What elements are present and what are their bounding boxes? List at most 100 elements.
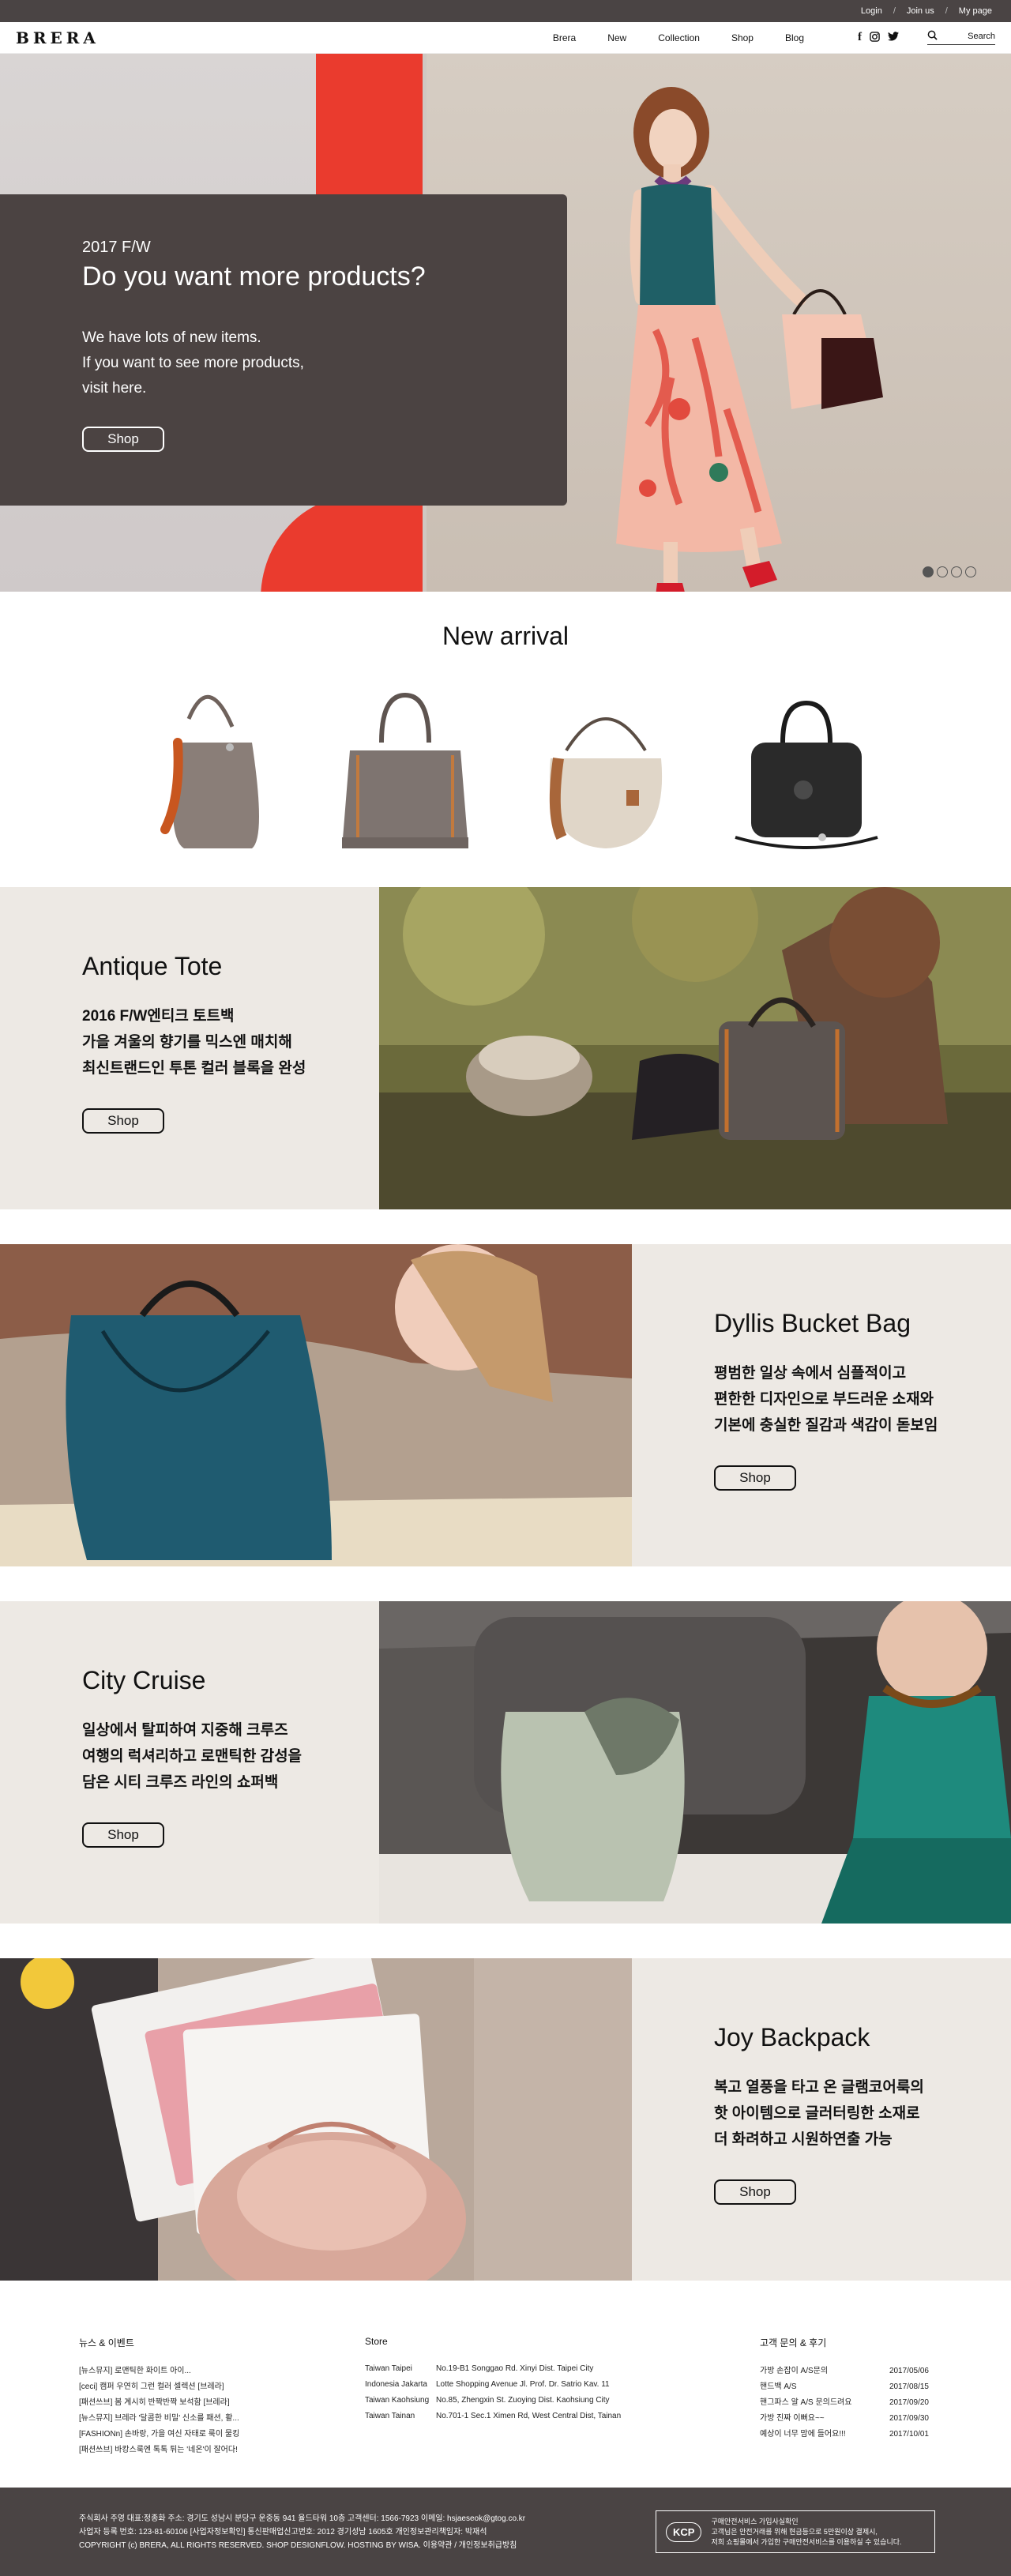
carousel-dot[interactable]	[923, 566, 934, 577]
feature-title: Joy Backpack	[714, 2023, 870, 2051]
feature-shop-button[interactable]: Shop	[82, 1108, 164, 1134]
cs-heading: 고객 문의 & 후기	[760, 2337, 827, 2348]
feature-line: 최신트랜드인 투톤 컬러 블록을 완성	[82, 1060, 306, 1077]
feature-shop-button[interactable]: Shop	[714, 2179, 796, 2205]
product-list	[0, 673, 1011, 853]
feature-photo	[379, 887, 1011, 1209]
news-item[interactable]: [ceci] 캠퍼 우연히 그런 컬러 셀렉션 [브레라]	[79, 2379, 365, 2395]
brand-logo[interactable]: BRERA	[16, 28, 100, 47]
cs-item[interactable]: 핸그파스 알 A/S 문의드려요 2017/09/20	[760, 2395, 929, 2411]
customer-service-column: 고객 문의 & 후기 가방 손잡이 A/S문의 2017/05/06 핸드백 A/…	[760, 2336, 935, 2488]
carousel-dot[interactable]	[937, 566, 948, 577]
feature-description: 평범한 일상 속에서 심플적이고 편한한 디자인으로 부드러운 소재와 기본에 …	[714, 1360, 1011, 1438]
nav-blog[interactable]: Blog	[769, 32, 820, 43]
product-card[interactable]	[524, 673, 688, 853]
cs-item-text: 핸그파스 알 A/S 문의드려요	[760, 2398, 852, 2407]
feature-antique-tote: Antique Tote 2016 F/W엔티크 토트백 가을 겨울의 향기를 …	[0, 887, 1011, 1209]
utility-bar: Login / Join us / My page	[0, 0, 1011, 22]
nav-new[interactable]: New	[592, 32, 642, 43]
feature-shop-button[interactable]: Shop	[714, 1465, 796, 1491]
hero-description-line: We have lots of new items.	[82, 329, 261, 346]
store-city: Taiwan Kaohsiung	[365, 2396, 430, 2405]
cs-item[interactable]: 예상이 너무 맘에 들어요!!! 2017/10/01	[760, 2427, 929, 2442]
store-item: Taiwan Tainan No.701-1 Sec.1 Ximen Rd, We…	[365, 2409, 760, 2424]
nav-shop[interactable]: Shop	[716, 32, 769, 43]
box-bag-image	[735, 700, 878, 849]
instagram-icon[interactable]	[870, 31, 880, 44]
feature-shop-button[interactable]: Shop	[82, 1822, 164, 1848]
news-item[interactable]: [뉴스뮤지] 로맨틱한 화이트 아이...	[79, 2364, 365, 2379]
carousel-dot[interactable]	[951, 566, 962, 577]
kcp-escrow-badge[interactable]: KCP 구매안전서비스 가입사실확인 고객님은 안전거래를 위해 현금등으로 5…	[656, 2510, 935, 2553]
feature-description: 일상에서 탈피하여 지중해 크루즈 여행의 럭셔리하고 로맨틱한 감성을 담은 …	[82, 1717, 379, 1796]
cs-item-date: 2017/09/30	[889, 2414, 929, 2423]
search-box[interactable]: Search	[927, 30, 995, 45]
footer-info: 뉴스 & 이벤트 [뉴스뮤지] 로맨틱한 화이트 아이... [ceci] 캠퍼…	[0, 2281, 1011, 2488]
hero-model-image	[616, 87, 883, 592]
twitter-icon[interactable]	[888, 32, 899, 43]
product-card[interactable]	[724, 673, 889, 853]
feature-line: 기본에 충실한 질감과 색감이 돋보임	[714, 1417, 938, 1434]
divider: /	[893, 6, 896, 16]
cs-item-date: 2017/10/01	[889, 2430, 929, 2439]
search-label[interactable]: Search	[968, 32, 995, 41]
news-item[interactable]: [뉴스뮤지] 브레라 '달콤한 비밀' 신소를 패션, 활...	[79, 2411, 365, 2427]
feature-description: 복고 열풍을 타고 온 글램코어룩의 핫 아이템으로 글러터링한 소재로 더 화…	[714, 2074, 1011, 2153]
cs-item-text: 가방 손잡이 A/S문의	[760, 2367, 829, 2375]
dyllis-bucket-photo	[0, 1244, 632, 1566]
nav-brera[interactable]: Brera	[537, 32, 592, 43]
divider: /	[945, 6, 948, 16]
product-card[interactable]	[323, 673, 487, 853]
kcp-line: 저희 쇼핑몰에서 가입한 구매안전서비스를 이용하실 수 있습니다.	[711, 2537, 902, 2546]
store-item: Taiwan Taipei No.19-B1 Songgao Rd. Xinyi …	[365, 2361, 760, 2377]
copyright: COPYRIGHT (c) BRERA, ALL RIGHTS RESERVED…	[79, 2540, 517, 2550]
feature-line: 편한한 디자인으로 부드러운 소재와	[714, 1391, 934, 1408]
feature-line: 2016 F/W엔티크 토트백	[82, 1008, 235, 1025]
join-link[interactable]: Join us	[907, 6, 934, 16]
feature-text: Joy Backpack 복고 열풍을 타고 온 글램코어룩의 핫 아이템으로 …	[632, 1958, 1011, 2281]
facebook-icon[interactable]: f	[858, 31, 862, 44]
feature-text: Antique Tote 2016 F/W엔티크 토트백 가을 겨울의 향기를 …	[0, 887, 379, 1209]
carousel-indicators	[923, 566, 976, 577]
main-nav: Brera New Collection Shop Blog f Search	[537, 30, 995, 45]
product-card[interactable]	[122, 673, 287, 853]
cs-item-text: 가방 진짜 이뻐요~~	[760, 2414, 825, 2423]
store-address: No.85, Zhengxin St. Zuoying Dist. Kaohsi…	[436, 2396, 610, 2405]
news-item[interactable]: [패션쓰브] 바캉스룩엔 톡톡 튀는 '네온'이 잘어다!	[79, 2442, 365, 2458]
cs-item-text: 예상이 너무 맘에 들어요!!!	[760, 2430, 846, 2439]
store-address: No.701-1 Sec.1 Ximen Rd, West Central Di…	[436, 2412, 622, 2420]
social-links: f	[858, 31, 899, 44]
new-arrival-title: New arrival	[442, 622, 569, 650]
company-line: 사업자 등록 번호: 123-81-60106 [사업자정보확인] 통신판매업신…	[79, 2527, 487, 2537]
store-city: Taiwan Taipei	[365, 2364, 412, 2373]
feature-text: Dyllis Bucket Bag 평범한 일상 속에서 심플적이고 편한한 디…	[632, 1244, 1011, 1566]
joy-backpack-photo	[0, 1958, 632, 2281]
store-city: Indonesia Jakarta	[365, 2380, 427, 2389]
nav-collection[interactable]: Collection	[642, 32, 716, 43]
carousel-dot[interactable]	[965, 566, 976, 577]
feature-description: 2016 F/W엔티크 토트백 가을 겨울의 향기를 믹스엔 매치해 최신트랜드…	[82, 1003, 379, 1081]
cs-item[interactable]: 가방 손잡이 A/S문의 2017/05/06	[760, 2364, 929, 2379]
footer-bottom: 주식회사 주영 대표:정종화 주소: 경기도 성남시 분당구 운중동 941 율…	[0, 2488, 1011, 2576]
login-link[interactable]: Login	[861, 6, 882, 16]
hero-shop-button[interactable]: Shop	[82, 427, 164, 452]
feature-line: 핫 아이템으로 글러터링한 소재로	[714, 2105, 920, 2122]
kcp-line: 구매안전서비스 가입사실확인	[711, 2517, 799, 2525]
cs-item-date: 2017/09/20	[889, 2398, 929, 2407]
cs-item[interactable]: 핸드백 A/S 2017/08/15	[760, 2379, 929, 2395]
antique-tote-photo	[379, 887, 1011, 1209]
feature-title: Antique Tote	[82, 952, 223, 980]
feature-joy-backpack: Joy Backpack 복고 열풍을 타고 온 글램코어룩의 핫 아이템으로 …	[0, 1958, 1011, 2281]
section-spacer	[0, 1566, 1011, 1601]
feature-line: 가을 겨울의 향기를 믹스엔 매치해	[82, 1034, 292, 1051]
feature-line: 평범한 일상 속에서 심플적이고	[714, 1365, 907, 1382]
feature-photo	[379, 1601, 1011, 1924]
site-header: BRERA Brera New Collection Shop Blog f S…	[0, 22, 1011, 54]
news-item[interactable]: [FASHIONn] 손바랑, 가을 여신 자태로 룩이 물킹	[79, 2427, 365, 2442]
news-item[interactable]: [패션쓰브] 봄 계시히 반짝반짝 보석함 [브레라]	[79, 2395, 365, 2411]
hero-banner: 2017 F/W Do you want more products? We h…	[0, 54, 1011, 592]
hero-text-panel: 2017 F/W Do you want more products? We h…	[0, 194, 567, 506]
search-icon[interactable]	[927, 30, 938, 43]
mypage-link[interactable]: My page	[959, 6, 992, 16]
cs-item[interactable]: 가방 진짜 이뻐요~~ 2017/09/30	[760, 2411, 929, 2427]
